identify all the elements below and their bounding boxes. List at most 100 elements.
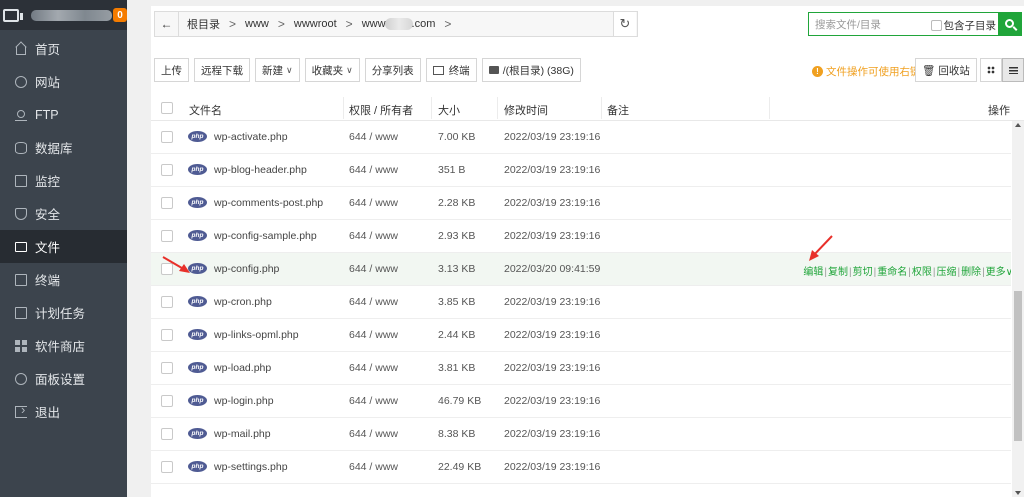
sidebar-item-5[interactable]: 安全 — [0, 197, 127, 230]
op-4-link[interactable]: 权限 — [912, 267, 932, 278]
header-mtime[interactable]: 修改时间 — [504, 102, 548, 118]
sidebar-item-11[interactable]: 退出 — [0, 395, 127, 428]
file-name[interactable]: wp-config-sample.php — [214, 230, 317, 242]
right-click-hint: ! 文件操作可使用右键 — [812, 64, 921, 79]
scrollbar[interactable] — [1012, 121, 1024, 497]
op-0-link[interactable]: 编辑 — [803, 267, 823, 278]
row-checkbox[interactable] — [161, 164, 173, 176]
table-row[interactable]: php wp-load.php 644 / www 3.81 KB 2022/03/19… — [151, 352, 1011, 385]
crumb-wwwroot[interactable]: wwwroot — [294, 18, 337, 30]
sidebar-item-1[interactable]: 网站 — [0, 65, 127, 98]
remote-download-button[interactable]: 远程下载 — [194, 58, 250, 82]
op-6-link[interactable]: 删除 — [961, 267, 981, 278]
search-input[interactable]: 搜索文件/目录 包含子目录 — [808, 12, 999, 36]
sidebar-item-6[interactable]: 文件 — [0, 230, 127, 263]
op-1-link[interactable]: 复制 — [828, 267, 848, 278]
file-name[interactable]: wp-settings.php — [214, 461, 288, 473]
row-checkbox[interactable] — [161, 197, 173, 209]
new-button[interactable]: 新建 ∨ — [255, 58, 300, 82]
sidebar-item-2[interactable]: FTP — [0, 98, 127, 131]
header-size[interactable]: 大小 — [438, 102, 460, 118]
op-5-link[interactable]: 压缩 — [936, 267, 956, 278]
row-checkbox[interactable] — [161, 461, 173, 473]
row-checkbox[interactable] — [161, 428, 173, 440]
ops-separator: | — [873, 267, 877, 278]
file-name[interactable]: wp-cron.php — [214, 296, 272, 308]
file-name[interactable]: wp-comments-post.php — [214, 197, 323, 209]
table-row[interactable]: php wp-mail.php 644 / www 8.38 KB 2022/03/19… — [151, 418, 1011, 451]
file-permission[interactable]: 644 / www — [349, 395, 398, 407]
home-icon — [15, 43, 27, 55]
row-checkbox[interactable] — [161, 362, 173, 374]
sidebar-item-0[interactable]: 首页 — [0, 32, 127, 65]
file-permission[interactable]: 644 / www — [349, 428, 398, 440]
file-name[interactable]: wp-load.php — [214, 362, 271, 374]
crumb-domain[interactable]: www .com — [362, 18, 435, 31]
file-permission[interactable]: 644 / www — [349, 164, 398, 176]
file-name[interactable]: wp-login.php — [214, 395, 274, 407]
row-checkbox[interactable] — [161, 329, 173, 341]
terminal-button[interactable]: 终端 — [425, 58, 477, 82]
row-checkbox[interactable] — [161, 230, 173, 242]
recycle-bin-button[interactable]: 🗑 回收站 — [915, 58, 977, 82]
disk-button[interactable]: /(根目录) (38G) — [481, 58, 581, 82]
table-row[interactable]: php wp-activate.php 644 / www 7.00 KB 2022/0… — [151, 121, 1011, 154]
back-button[interactable]: ← — [155, 12, 179, 36]
file-permission[interactable]: 644 / www — [349, 263, 398, 275]
header-perm[interactable]: 权限 / 所有者 — [349, 102, 413, 118]
file-permission[interactable]: 644 / www — [349, 296, 398, 308]
sidebar-item-7[interactable]: 终端 — [0, 263, 127, 296]
table-row[interactable]: php wp-login.php 644 / www 46.79 KB 2022/03/… — [151, 385, 1011, 418]
table-row[interactable]: php wp-comments-post.php 644 / www 2.28 KB 2… — [151, 187, 1011, 220]
include-subdir-toggle[interactable]: 包含子目录 — [930, 18, 996, 33]
table-row[interactable]: php wp-blog-header.php 644 / www 351 B 2022/… — [151, 154, 1011, 187]
op-7-link[interactable]: 更多∨ — [986, 267, 1011, 278]
row-checkbox[interactable] — [161, 395, 173, 407]
table-row[interactable]: php wp-settings.php 644 / www 22.49 KB 2022/… — [151, 451, 1011, 484]
notification-badge[interactable]: 0 — [113, 8, 127, 22]
sidebar-item-9[interactable]: 软件商店 — [0, 329, 127, 362]
crumb-www[interactable]: www — [245, 18, 269, 30]
scrollbar-thumb[interactable] — [1014, 291, 1022, 441]
settings-icon — [15, 372, 27, 385]
table-row[interactable]: php wp-links-opml.php 644 / www 2.44 KB 2022… — [151, 319, 1011, 352]
table-row[interactable]: php wp-config-sample.php 644 / www 2.93 KB 2… — [151, 220, 1011, 253]
file-mtime: 2022/03/19 23:19:16 — [504, 197, 601, 209]
crumb-root[interactable]: 根目录 — [187, 16, 220, 32]
file-name[interactable]: wp-activate.php — [214, 131, 288, 143]
file-name[interactable]: wp-blog-header.php — [214, 164, 307, 176]
row-checkbox[interactable] — [161, 296, 173, 308]
file-permission[interactable]: 644 / www — [349, 131, 398, 143]
sidebar-item-8[interactable]: 计划任务 — [0, 296, 127, 329]
sidebar-item-3[interactable]: 数据库 — [0, 131, 127, 164]
share-list-button[interactable]: 分享列表 — [364, 58, 421, 82]
search-button[interactable] — [999, 12, 1022, 36]
grid-view-button[interactable] — [980, 58, 1002, 82]
list-view-button[interactable] — [1002, 58, 1024, 82]
row-checkbox[interactable] — [161, 131, 173, 143]
file-permission[interactable]: 644 / www — [349, 461, 398, 473]
file-permission[interactable]: 644 / www — [349, 197, 398, 209]
header-name[interactable]: 文件名 — [189, 102, 222, 118]
header-note[interactable]: 备注 — [607, 102, 629, 118]
select-all-checkbox[interactable] — [161, 102, 173, 114]
include-subdir-checkbox[interactable] — [930, 20, 942, 31]
file-name[interactable]: wp-links-opml.php — [214, 329, 299, 341]
favorites-button[interactable]: 收藏夹 ∨ — [304, 58, 360, 82]
table-row[interactable]: php wp-config.php 644 / www 3.13 KB 2022/03/… — [151, 253, 1011, 286]
file-permission[interactable]: 644 / www — [349, 329, 398, 341]
sidebar-item-4[interactable]: 监控 — [0, 164, 127, 197]
path-bar[interactable]: ← 根目录 > www > wwwroot > www .com > — [154, 11, 638, 37]
upload-button[interactable]: 上传 — [154, 58, 189, 82]
op-2-link[interactable]: 剪切 — [853, 267, 873, 278]
scroll-down-icon[interactable] — [1015, 491, 1021, 495]
file-permission[interactable]: 644 / www — [349, 230, 398, 242]
table-row[interactable]: php wp-cron.php 644 / www 3.85 KB 2022/03/19… — [151, 286, 1011, 319]
scroll-up-icon[interactable] — [1015, 123, 1021, 127]
sidebar-item-10[interactable]: 面板设置 — [0, 362, 127, 395]
file-name[interactable]: wp-config.php — [214, 263, 279, 275]
file-name[interactable]: wp-mail.php — [214, 428, 271, 440]
file-permission[interactable]: 644 / www — [349, 362, 398, 374]
op-3-link[interactable]: 重命名 — [877, 267, 907, 278]
refresh-button[interactable]: ↻ — [613, 12, 636, 36]
